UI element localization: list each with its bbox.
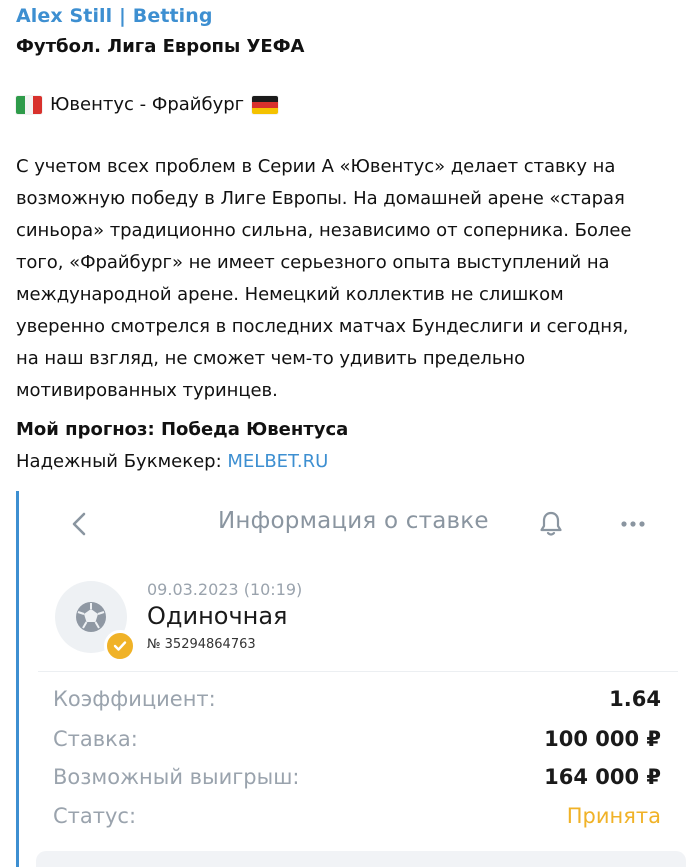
row-possible-win: Возможный выигрыш: 164 000 ₽ — [53, 765, 661, 795]
bookie-link[interactable]: MELBET.RU — [227, 451, 328, 472]
match-title: Ювентус - Фрайбург — [50, 94, 245, 115]
divider — [38, 671, 678, 672]
bet-number: № 35294864763 — [147, 637, 256, 652]
league-title: Футбол. Лига Европы УЕФА — [16, 36, 305, 57]
body-line: на наш взгляд, не сможет чем-то удивить … — [16, 348, 526, 369]
notifications-button[interactable] — [535, 507, 567, 541]
match-line: Ювентус - Фрайбург — [16, 94, 279, 115]
row-label: Ставка: — [53, 727, 138, 751]
bookie-line: Надежный Букмекер: MELBET.RU — [16, 451, 328, 472]
channel-name[interactable]: Alex Still | Betting — [16, 5, 213, 27]
row-status: Статус: Принята — [53, 804, 661, 834]
bet-info-screenshot[interactable]: Информация о ставке 09.03.2023 (10:19) О… — [28, 491, 695, 867]
forecast: Мой прогноз: Победа Ювентуса — [16, 419, 349, 440]
italy-flag-icon — [16, 95, 42, 114]
bookie-label: Надежный Букмекер: — [16, 451, 228, 472]
row-label: Возможный выигрыш: — [53, 765, 300, 789]
row-label: Статус: — [53, 804, 137, 828]
row-coefficient: Коэффициент: 1.64 — [53, 687, 661, 717]
bell-icon — [540, 511, 562, 536]
soccer-ball-icon — [76, 602, 106, 632]
more-button[interactable] — [616, 507, 650, 541]
bottom-panel — [36, 851, 686, 867]
body-line: синьора» традиционно сильна, независимо … — [16, 220, 632, 241]
body-line: международной арене. Немецкий коллектив … — [16, 284, 564, 305]
row-value: 1.64 — [609, 687, 661, 711]
more-dots-icon — [621, 521, 645, 527]
bet-type: Одиночная — [147, 602, 288, 630]
row-stake: Ставка: 100 000 ₽ — [53, 727, 661, 757]
row-value: 164 000 ₽ — [544, 765, 661, 789]
row-value: 100 000 ₽ — [544, 727, 661, 751]
check-badge — [104, 630, 136, 662]
row-label: Коэффициент: — [53, 687, 216, 711]
message-body: С учетом всех проблем в Серии А «Ювентус… — [16, 151, 681, 407]
body-line: того, «Фрайбург» не имеет серьезного опы… — [16, 252, 610, 273]
quote-bar — [16, 491, 19, 867]
check-icon — [113, 641, 127, 651]
body-line: мотивированных туринцев. — [16, 380, 278, 401]
bet-card-header: Информация о ставке — [28, 491, 695, 557]
back-button[interactable] — [66, 507, 92, 541]
germany-flag-icon — [252, 95, 279, 114]
body-line: уверенно смотрелся в последних матчах Бу… — [16, 316, 629, 337]
body-line: С учетом всех проблем в Серии А «Ювентус… — [16, 156, 616, 177]
bet-card-title: Информация о ставке — [218, 508, 489, 534]
chevron-left-icon — [72, 512, 86, 536]
body-line: возможную победу в Лиге Европы. На домаш… — [16, 188, 625, 209]
bet-date: 09.03.2023 (10:19) — [147, 580, 303, 599]
status-badge: Принята — [566, 804, 661, 828]
